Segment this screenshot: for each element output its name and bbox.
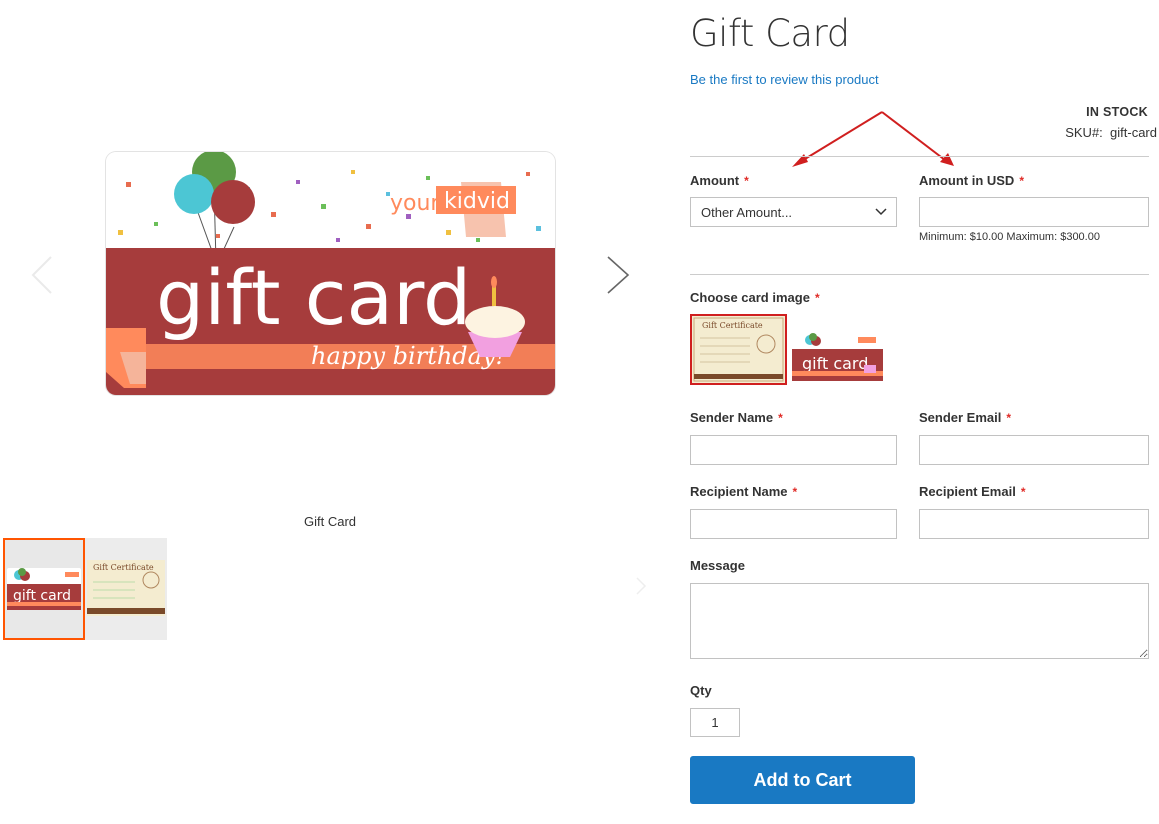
chevron-left-icon [31, 256, 52, 294]
recipient-name-input[interactable] [690, 509, 897, 539]
gallery-prev-arrow[interactable] [25, 245, 65, 305]
sender-email-input[interactable] [919, 435, 1149, 465]
card-headline: gift card [156, 253, 471, 342]
amount-selected-value: Other Amount... [701, 205, 793, 220]
main-product-image: your kidvid gift card happy birthday! [106, 152, 555, 395]
amount-select[interactable]: Other Amount... [690, 197, 897, 227]
thumbnail-next-arrow[interactable] [633, 574, 649, 598]
chevron-down-icon [875, 208, 887, 216]
message-label: Message [690, 558, 745, 573]
qty-label: Qty [690, 683, 712, 698]
recipient-name-label: Recipient Name * [690, 484, 798, 499]
recipient-email-input[interactable] [919, 509, 1149, 539]
svg-text:your: your [390, 191, 440, 216]
card-option-birthday[interactable]: gift card [792, 331, 883, 383]
svg-text:Gift Certificate: Gift Certificate [702, 321, 763, 330]
card-image-label: Choose card image * [690, 290, 820, 305]
stock-status: IN STOCK [1086, 105, 1148, 119]
qty-input[interactable]: 1 [690, 708, 740, 737]
chevron-right-icon [636, 577, 647, 595]
svg-text:kidvid: kidvid [444, 189, 510, 214]
review-link[interactable]: Be the first to review this product [690, 72, 879, 87]
message-textarea[interactable] [690, 583, 1149, 659]
amount-usd-label: Amount in USD * [919, 173, 1024, 188]
sender-email-label: Sender Email * [919, 410, 1012, 425]
gallery-next-arrow[interactable] [598, 245, 638, 305]
sku-value: gift-card [1110, 125, 1157, 140]
sku: SKU#: gift-card [1065, 125, 1157, 140]
divider [690, 156, 1149, 157]
chevron-right-icon [607, 256, 630, 294]
card-option-gift-certificate[interactable]: Gift Certificate [690, 314, 787, 385]
divider [690, 274, 1149, 275]
add-to-cart-button[interactable]: Add to Cart [690, 756, 915, 804]
amount-usd-input[interactable] [919, 197, 1149, 227]
amount-note: Minimum: $10.00 Maximum: $300.00 [919, 231, 1100, 243]
svg-text:gift card: gift card [13, 588, 71, 604]
recipient-email-label: Recipient Email * [919, 484, 1026, 499]
sender-name-label: Sender Name * [690, 410, 783, 425]
svg-text:gift card: gift card [802, 354, 868, 373]
svg-text:Gift Certificate: Gift Certificate [93, 563, 154, 572]
amount-label: Amount * [690, 173, 749, 188]
annotation-arrows [792, 111, 954, 167]
thumbnail-birthday-card[interactable]: gift card [3, 538, 85, 640]
gallery-caption: Gift Card [303, 514, 356, 529]
thumbnail-gift-certificate[interactable]: Gift Certificate [85, 538, 167, 640]
sender-name-input[interactable] [690, 435, 897, 465]
page-title: Gift Card [690, 12, 850, 55]
sku-label: SKU#: [1065, 125, 1103, 140]
